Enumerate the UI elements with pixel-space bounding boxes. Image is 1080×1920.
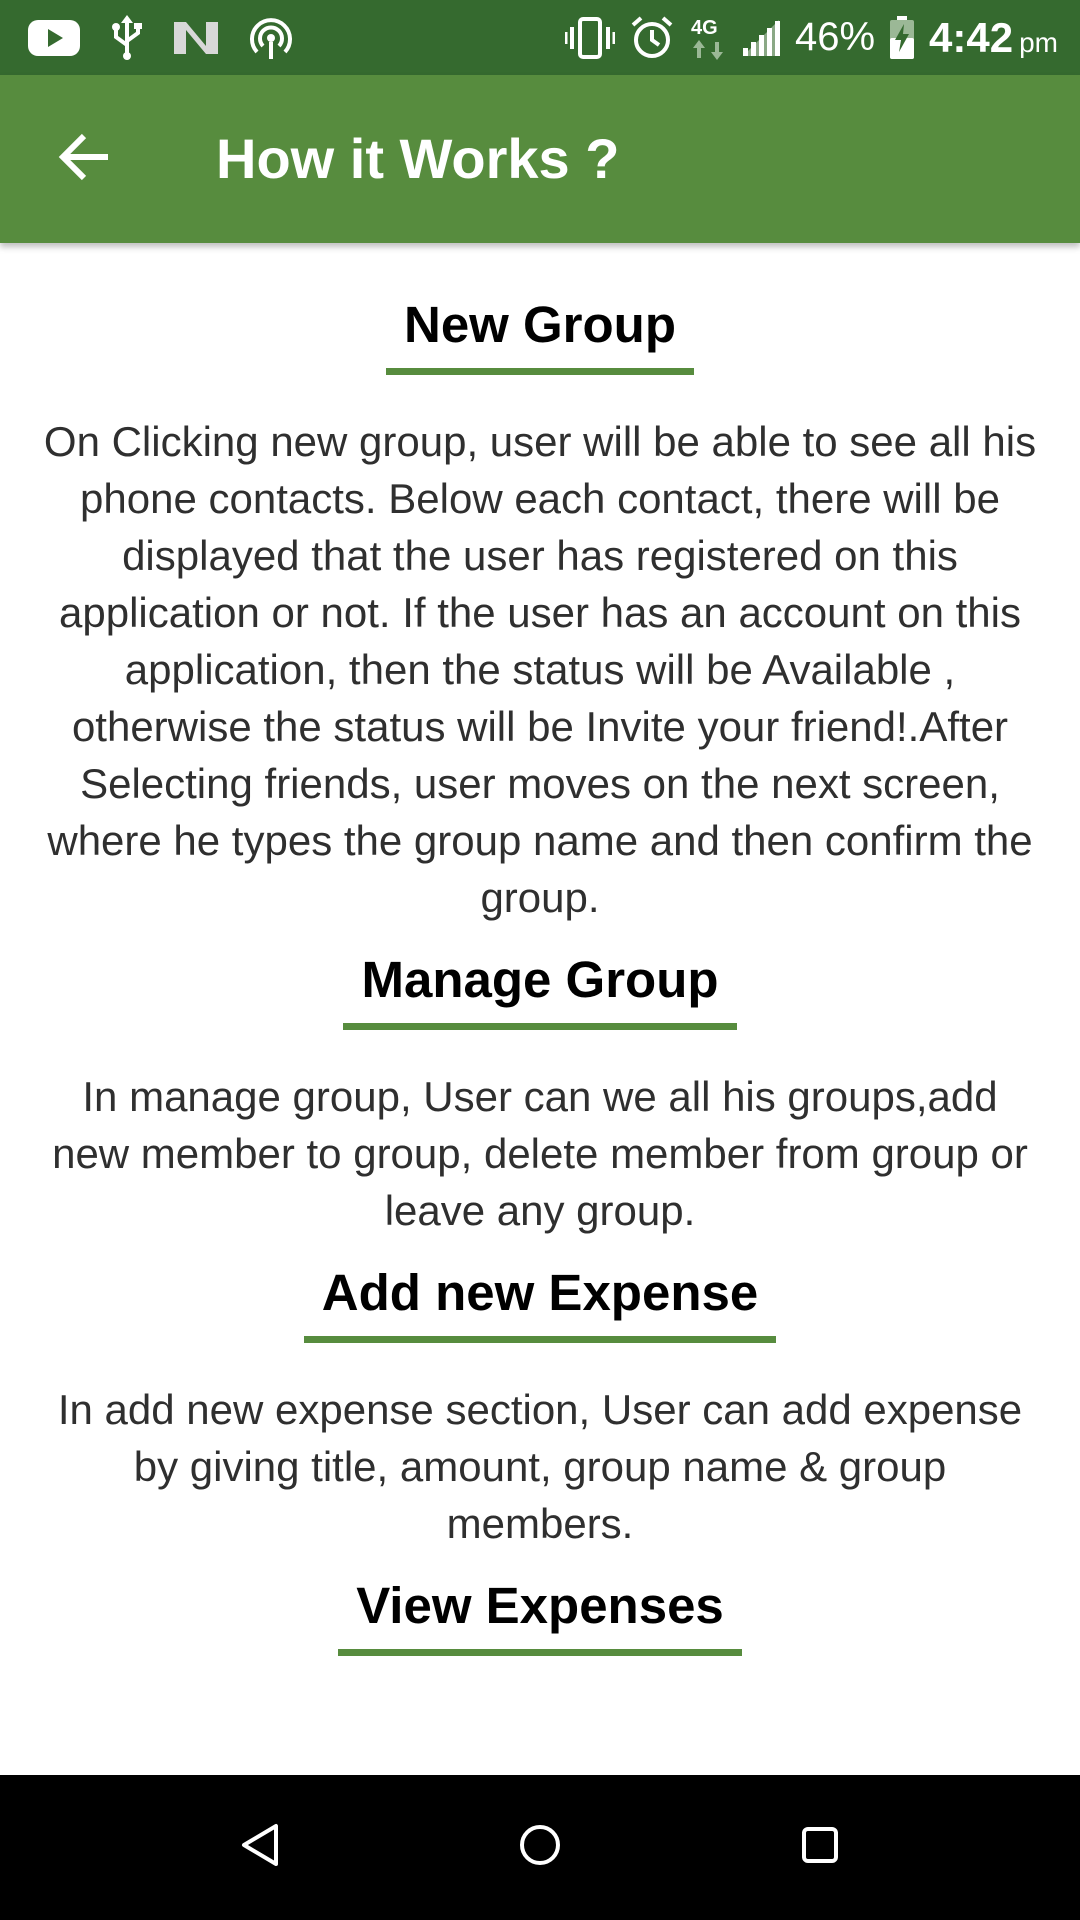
clock-ampm: pm — [1019, 26, 1058, 58]
arrow-back-icon — [58, 133, 110, 186]
section-body: In manage group, User can we all his gro… — [52, 1073, 1028, 1234]
nav-home-icon — [518, 1823, 562, 1872]
clock: 4:42 pm — [929, 14, 1058, 62]
section-body: In add new expense section, User can add… — [57, 1386, 1023, 1547]
svg-text:4G: 4G — [691, 17, 718, 39]
nav-home-button[interactable] — [460, 1775, 620, 1920]
section-heading: View Expenses — [338, 1576, 742, 1656]
notification-icons — [28, 0, 294, 75]
section-heading: Manage Group — [343, 950, 737, 1030]
hotspot-icon — [248, 15, 294, 61]
back-button[interactable] — [44, 119, 124, 199]
how-it-works-content[interactable]: New Group On Clicking new group, user wi… — [0, 243, 1080, 1775]
system-status-icons: 4G 46% 4:42 pm — [564, 0, 1058, 75]
youtube-icon — [28, 18, 80, 58]
system-nav-bar — [0, 1775, 1080, 1920]
vibrate-icon — [564, 15, 615, 61]
clock-time: 4:42 — [929, 13, 1014, 61]
section-heading: Add new Expense — [303, 1263, 777, 1343]
section-heading: New Group — [385, 295, 694, 375]
section-add-new-expense: Add new Expense In add new expense secti… — [0, 1263, 1080, 1552]
section-view-expenses: View Expenses — [0, 1576, 1080, 1656]
usb-icon — [110, 14, 144, 61]
nav-back-button[interactable] — [180, 1775, 340, 1920]
status-bar: 4G 46% 4:42 pm — [0, 0, 1080, 75]
nav-recents-icon — [800, 1825, 840, 1870]
nav-recents-button[interactable] — [740, 1775, 900, 1920]
battery-percent: 46% — [794, 15, 876, 59]
app-bar: How it Works ? — [0, 75, 1080, 243]
4g-data-icon: 4G — [689, 14, 727, 62]
n-logo-icon — [174, 18, 218, 58]
section-body: On Clicking new group, user will be able… — [43, 418, 1037, 921]
section-manage-group: Manage Group In manage group, User can w… — [0, 950, 1080, 1239]
section-new-group: New Group On Clicking new group, user wi… — [0, 295, 1080, 926]
page-title: How it Works ? — [216, 127, 620, 190]
alarm-icon — [629, 15, 675, 61]
nav-back-icon — [238, 1822, 282, 1873]
signal-icon — [741, 18, 781, 58]
battery-charging-icon — [889, 15, 915, 60]
